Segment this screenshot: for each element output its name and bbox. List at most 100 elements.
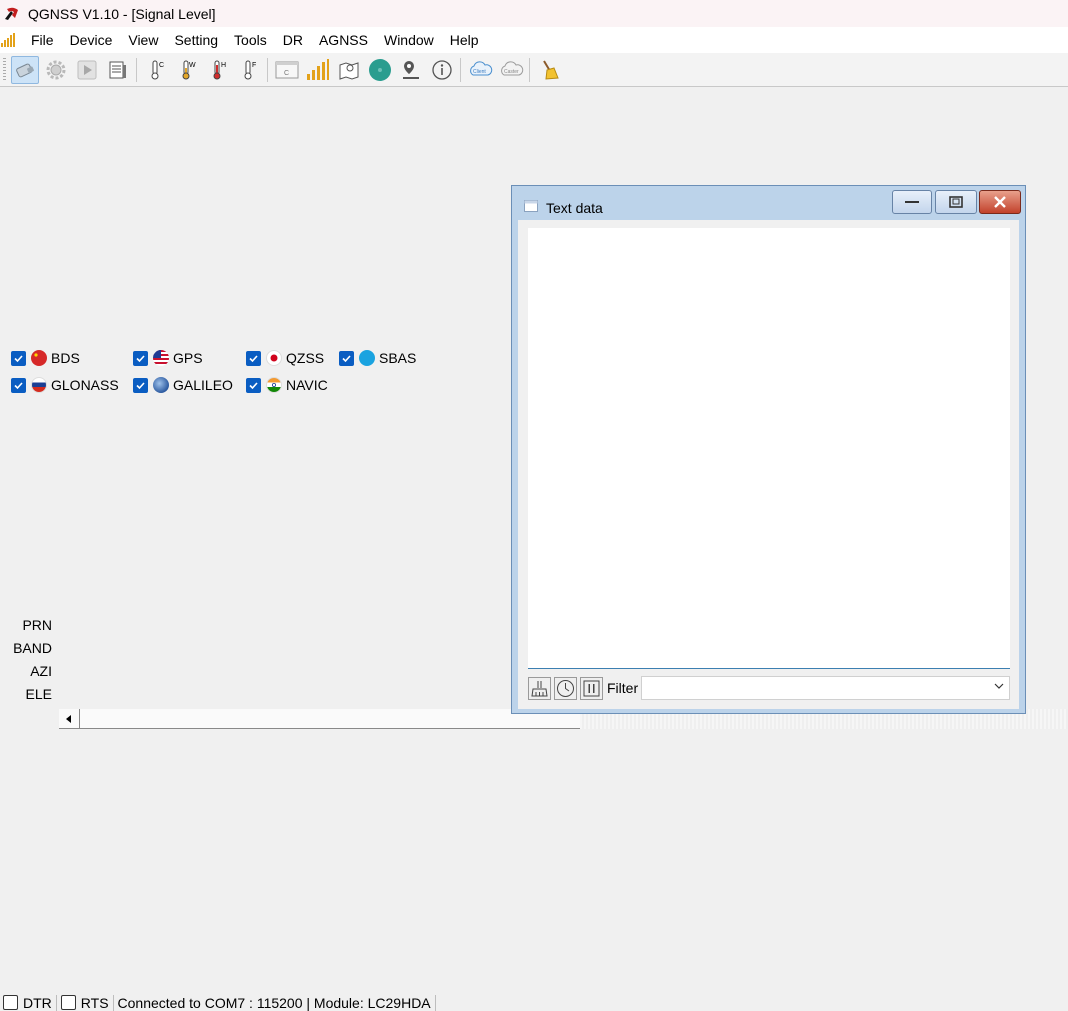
galileo-globe-icon (153, 377, 169, 393)
thermometer-w-icon: W (182, 60, 196, 79)
constellation-qzss[interactable]: QZSS (246, 348, 324, 368)
checkmark-icon (14, 354, 23, 362)
menu-file[interactable]: File (23, 32, 62, 48)
checkbox-qzss[interactable] (246, 350, 261, 366)
constellation-label: BDS (51, 350, 80, 366)
svg-text:Client: Client (473, 69, 486, 75)
chevron-down-icon (994, 683, 1004, 689)
toolbar: C W H F C Client Caster (0, 53, 1068, 87)
window-title: QGNSS V1.10 - [Signal Level] (28, 5, 216, 22)
constellation-sbas[interactable]: SBAS (339, 348, 416, 368)
toolbar-separator (267, 57, 268, 82)
rts-label: RTS (80, 994, 109, 1011)
checkbox-glonass[interactable] (11, 377, 26, 393)
menu-help[interactable]: Help (442, 32, 487, 48)
info-button[interactable] (428, 56, 456, 84)
globe-button[interactable] (366, 56, 394, 84)
ntrip-caster-button[interactable]: Caster (497, 56, 525, 84)
svg-text:C: C (284, 70, 289, 77)
checkbox-sbas[interactable] (339, 350, 354, 366)
minimize-icon (905, 201, 919, 203)
cold-start-button[interactable]: C (142, 56, 170, 84)
constellation-galileo[interactable]: GALILEO (133, 375, 233, 395)
menu-setting[interactable]: Setting (166, 32, 226, 48)
clean-button[interactable] (535, 56, 563, 84)
map-icon (339, 61, 358, 80)
maximize-button[interactable] (935, 190, 977, 214)
menu-dr[interactable]: DR (275, 32, 311, 48)
clock-icon (557, 679, 574, 697)
play-icon (77, 60, 96, 79)
checkmark-icon (136, 381, 145, 389)
close-button[interactable] (979, 190, 1021, 214)
constellation-bds[interactable]: BDS (11, 348, 80, 368)
log-button[interactable] (104, 56, 132, 84)
toolbar-separator (529, 57, 530, 82)
menu-window[interactable]: Window (376, 32, 442, 48)
connection-status: Connected to COM7 : 115200 | Module: LC2… (117, 994, 431, 1011)
timestamp-button[interactable] (554, 676, 577, 700)
console-button[interactable]: C (273, 56, 301, 84)
text-data-output[interactable] (528, 228, 1010, 669)
globe-icon (368, 58, 391, 81)
settings-button[interactable] (42, 56, 70, 84)
status-separator (55, 994, 57, 1011)
title-bar: QGNSS V1.10 - [Signal Level] (0, 0, 1068, 27)
constellation-label: QZSS (286, 350, 325, 366)
constellation-label: SBAS (379, 350, 417, 366)
map-button[interactable] (335, 56, 363, 84)
axis-label-prn: PRN (22, 617, 52, 633)
location-pin-icon (402, 60, 419, 79)
checkbox-gps[interactable] (133, 350, 148, 366)
checkbox-bds[interactable] (11, 350, 26, 366)
rts-checkbox[interactable] (60, 995, 76, 1010)
dtr-checkbox[interactable] (3, 995, 18, 1010)
location-button[interactable] (397, 56, 425, 84)
text-data-title: Text data (546, 200, 603, 216)
svg-text:W: W (189, 62, 196, 69)
play-button[interactable] (73, 56, 101, 84)
signal-level-button[interactable] (304, 56, 332, 84)
toolbar-grip[interactable] (3, 57, 6, 82)
log-file-icon (109, 61, 126, 78)
axis-label-ele: ELE (25, 686, 52, 702)
constellation-label: GLONASS (51, 377, 119, 393)
menu-device[interactable]: Device (62, 32, 121, 48)
text-data-client: Filter (518, 220, 1019, 709)
ntrip-client-icon: Client (469, 60, 492, 75)
filter-combo[interactable] (641, 676, 1010, 700)
india-flag-icon (266, 377, 282, 393)
horizontal-scrollbar[interactable] (59, 709, 581, 729)
ntrip-client-button[interactable]: Client (466, 56, 494, 84)
constellation-gps[interactable]: GPS (133, 348, 203, 368)
menu-agnss[interactable]: AGNSS (311, 32, 376, 48)
thermometer-f-icon: F (244, 60, 256, 79)
pause-button[interactable] (580, 676, 603, 700)
scroll-left-button[interactable] (59, 709, 80, 728)
clear-text-button[interactable] (528, 676, 551, 700)
checkbox-galileo[interactable] (133, 377, 148, 393)
sbas-dot-icon (359, 350, 375, 366)
menu-view[interactable]: View (120, 32, 166, 48)
constellation-navic[interactable]: NAVIC (246, 375, 328, 395)
pause-icon (583, 680, 600, 696)
status-bar: DTR RTS Connected to COM7 : 115200 | Mod… (0, 994, 1068, 1011)
constellation-glonass[interactable]: GLONASS (11, 375, 119, 395)
window-icon (524, 200, 538, 212)
triangle-left-icon (66, 714, 71, 723)
russia-flag-icon (31, 377, 47, 393)
svg-text:F: F (252, 62, 256, 69)
connect-button[interactable] (10, 55, 39, 84)
text-data-toolbar: Filter (528, 676, 1010, 700)
menu-tools[interactable]: Tools (226, 32, 275, 48)
broom-icon (531, 680, 548, 696)
status-separator (434, 994, 436, 1011)
warm-start-button[interactable]: W (173, 56, 201, 84)
checkbox-navic[interactable] (246, 377, 261, 393)
thermometer-h-icon: H (213, 60, 226, 79)
checkmark-icon (249, 354, 258, 362)
text-data-caption[interactable]: Text data (512, 186, 1025, 220)
factory-start-button[interactable]: F (235, 56, 263, 84)
minimize-button[interactable] (892, 190, 932, 214)
hot-start-button[interactable]: H (204, 56, 232, 84)
